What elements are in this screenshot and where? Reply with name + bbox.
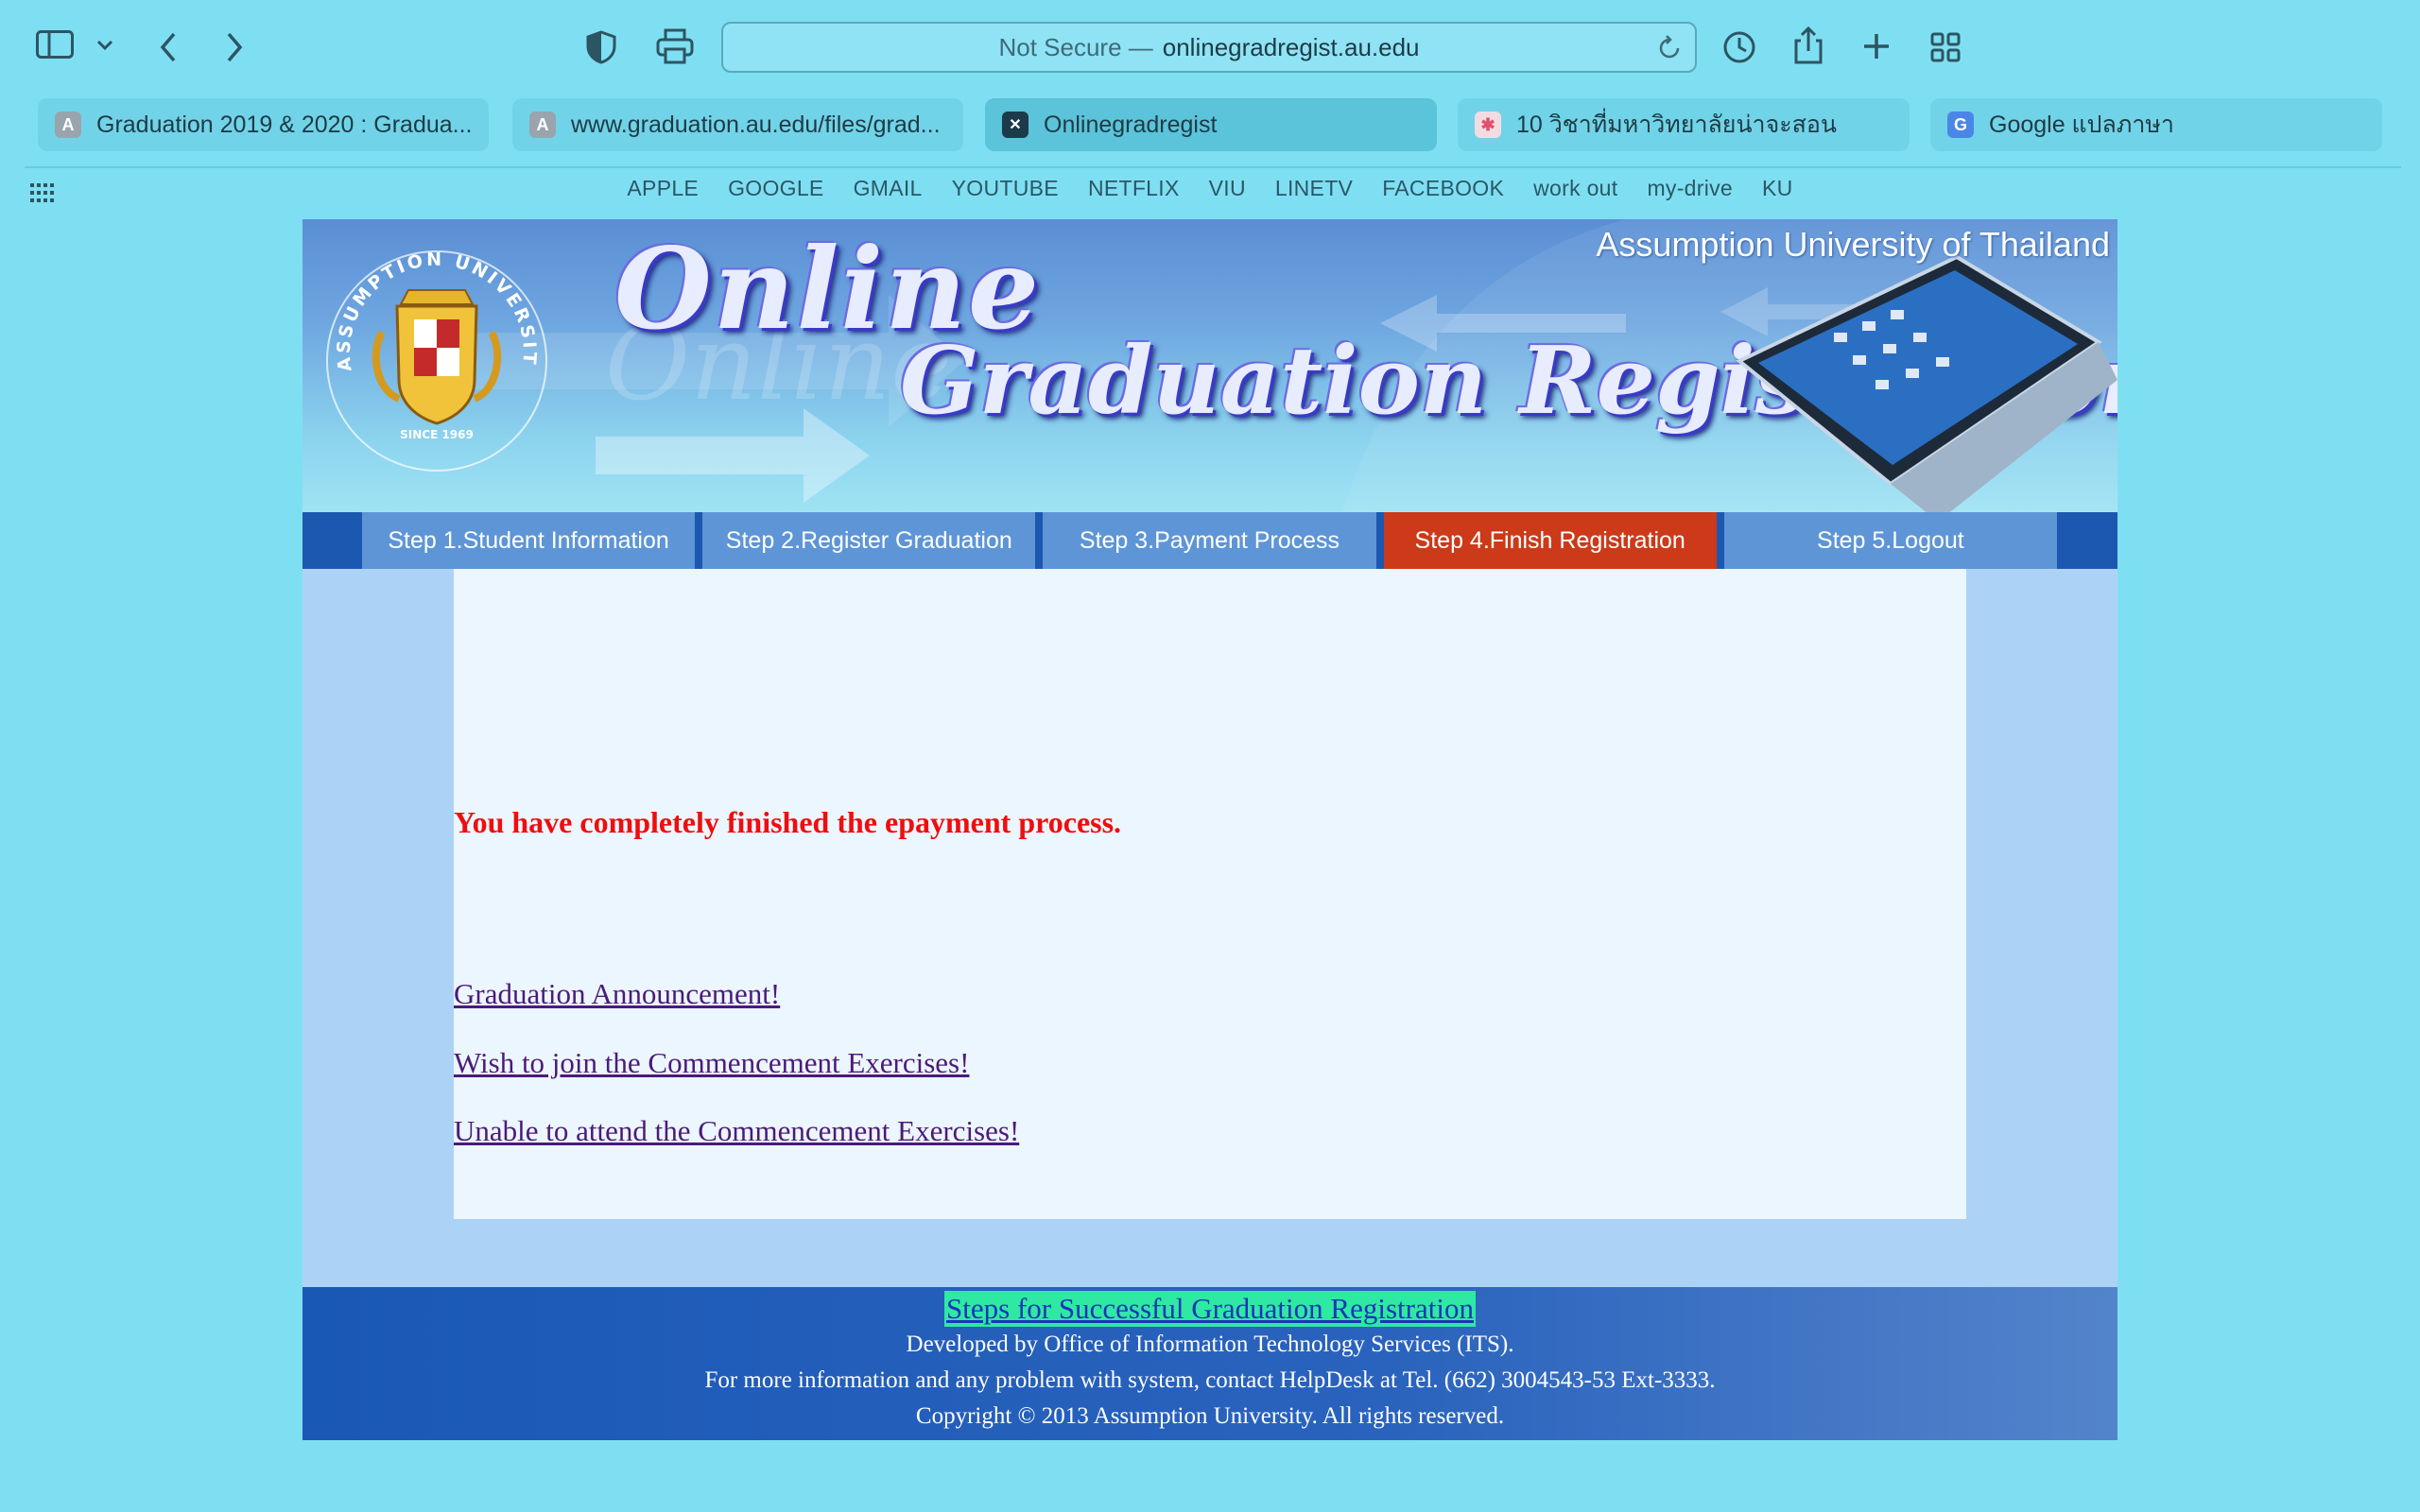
footer-contact: For more information and any problem wit… [704, 1367, 1716, 1393]
new-tab-plus-icon[interactable] [1862, 32, 1891, 60]
sidebar-toggle-icon[interactable] [36, 30, 74, 59]
web-page: Online ASSUMPTION UNIVERSITY OF THAILAND… [302, 219, 2118, 1440]
site-banner: Online ASSUMPTION UNIVERSITY OF THAILAND… [302, 219, 2118, 512]
step-3-payment-process[interactable]: Step 3.Payment Process [1043, 512, 1376, 569]
tab-label: Google แปลภาษา [1989, 112, 2174, 138]
bookmark-google[interactable]: GOOGLE [728, 176, 824, 201]
footer-copyright: Copyright © 2013 Assumption University. … [915, 1403, 1505, 1429]
bookmark-apple[interactable]: APPLE [627, 176, 699, 201]
forward-icon[interactable] [225, 32, 244, 62]
bookmark-ku[interactable]: KU [1762, 176, 1793, 201]
tab-favicon-icon: ✕ [1002, 112, 1028, 138]
bookmark-my-drive[interactable]: my-drive [1647, 176, 1733, 201]
back-icon[interactable] [159, 32, 178, 62]
step-4-finish-registration[interactable]: Step 4.Finish Registration [1383, 512, 1717, 569]
tab-favicon-icon: ✱ [1475, 112, 1501, 138]
bookmark-gmail[interactable]: GMAIL [854, 176, 923, 201]
steps-nav: Step 1.Student Information Step 2.Regist… [302, 512, 2118, 569]
tab-divider [25, 166, 2401, 168]
privacy-shield-icon[interactable] [586, 30, 616, 64]
reload-icon[interactable] [1657, 35, 1682, 68]
university-seal-logo: ASSUMPTION UNIVERSITY OF THAILAND SINCE … [314, 222, 550, 489]
footer-developed-by: Developed by Office of Information Techn… [906, 1332, 1514, 1357]
bookmark-list: APPLE GOOGLE GMAIL YOUTUBE NETFLIX VIU L… [0, 176, 2420, 201]
not-secure-label: Not Secure — [998, 32, 1153, 61]
tab-label: Onlinegradregist [1044, 111, 1218, 138]
tab-bar: A Graduation 2019 & 2020 : Gradua... A w… [38, 98, 2382, 151]
bookmark-netflix[interactable]: NETFLIX [1088, 176, 1180, 201]
tab-graduation-files[interactable]: A www.graduation.au.edu/files/grad... [512, 98, 963, 151]
tab-10-subjects[interactable]: ✱ 10 วิชาที่มหาวิทยาลัยน่าจะสอน [1458, 98, 1910, 151]
svg-text:SINCE 1969: SINCE 1969 [400, 428, 474, 441]
bookmarks-bar: APPLE GOOGLE GMAIL YOUTUBE NETFLIX VIU L… [0, 176, 2420, 210]
tab-onlinegradregist[interactable]: ✕ Onlinegradregist [985, 98, 1437, 151]
bookmark-facebook[interactable]: FACEBOOK [1382, 176, 1504, 201]
url-host: onlinegradregist.au.edu [1162, 32, 1420, 61]
bookmark-work-out[interactable]: work out [1533, 176, 1617, 201]
steps-guide-link[interactable]: Steps for Successful Graduation Registra… [944, 1291, 1476, 1327]
tab-favicon-icon: A [55, 112, 81, 138]
content-panel: You have completely finished the epaymen… [454, 569, 1966, 1219]
step-5-logout[interactable]: Step 5.Logout [1723, 512, 2057, 569]
join-commencement-link[interactable]: Wish to join the Commencement Exercises! [454, 1046, 969, 1080]
tab-google-translate[interactable]: G Google แปลภาษา [1930, 98, 2382, 151]
bookmark-youtube[interactable]: YOUTUBE [952, 176, 1059, 201]
tab-favicon-icon: A [529, 112, 556, 138]
history-clock-icon[interactable] [1722, 30, 1756, 64]
step-1-student-information[interactable]: Step 1.Student Information [362, 512, 696, 569]
tab-label: www.graduation.au.edu/files/grad... [571, 111, 941, 138]
address-bar[interactable]: Not Secure — onlinegradregist.au.edu [721, 22, 1697, 73]
browser-toolbar: Not Secure — onlinegradregist.au.edu [0, 0, 2420, 94]
unable-to-attend-link[interactable]: Unable to attend the Commencement Exerci… [454, 1114, 1019, 1148]
bookmark-linetv[interactable]: LINETV [1275, 176, 1353, 201]
tab-label: 10 วิชาที่มหาวิทยาลัยน่าจะสอน [1516, 112, 1838, 138]
share-icon[interactable] [1792, 26, 1824, 64]
tab-graduation-2019[interactable]: A Graduation 2019 & 2020 : Gradua... [38, 98, 489, 151]
page-footer: Steps for Successful Graduation Registra… [302, 1287, 2118, 1440]
chevron-down-icon[interactable] [96, 40, 113, 51]
laptop-illustration [1720, 238, 2118, 512]
tab-favicon-icon: G [1947, 112, 1974, 138]
print-icon[interactable] [656, 28, 694, 64]
graduation-announcement-link[interactable]: Graduation Announcement! [454, 977, 780, 1011]
banner-university-name: Assumption University of Thailand [1596, 225, 2110, 264]
bookmark-viu[interactable]: VIU [1209, 176, 1246, 201]
step-2-register-graduation[interactable]: Step 2.Register Graduation [702, 512, 1036, 569]
tab-label: Graduation 2019 & 2020 : Gradua... [96, 111, 473, 138]
tab-overview-icon[interactable] [1930, 32, 1961, 62]
completion-message: You have completely finished the epaymen… [454, 805, 1122, 839]
